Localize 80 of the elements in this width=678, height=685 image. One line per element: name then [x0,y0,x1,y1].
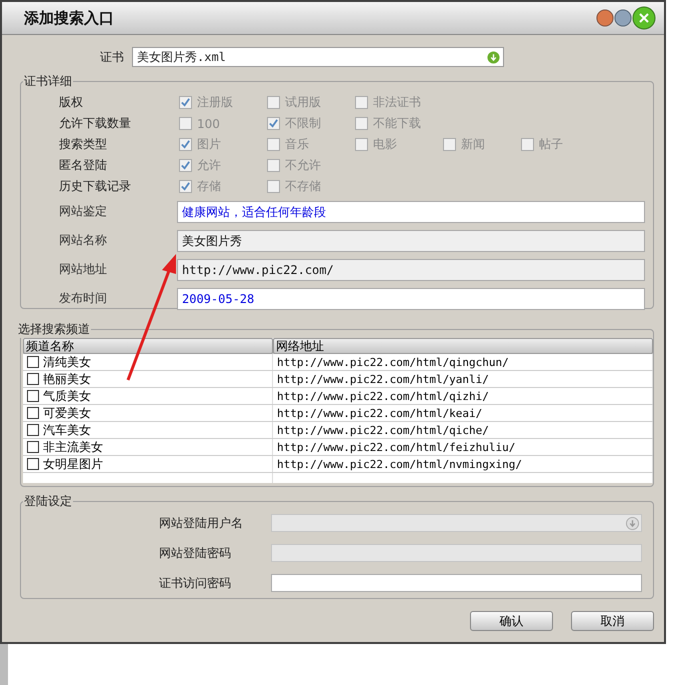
group-title: 选择搜索频道 [17,321,91,338]
table-cell: http://www.pic22.com/html/nvmingxing/ [277,458,522,470]
table-cell: 汽车美女 [43,422,91,438]
checkbox[interactable] [27,390,39,402]
table-cell: 非主流美女 [43,438,103,456]
checkbox-label: 注册版 [197,94,233,111]
table-cell: http://www.pic22.com/html/qizhi/ [277,390,489,402]
checkbox[interactable] [179,96,192,109]
field-label: 网站名称 [58,232,108,249]
checkbox-label: 不存储 [285,178,321,195]
field-label: 网站地址 [58,261,108,278]
checkbox[interactable] [267,96,280,109]
checkbox[interactable] [179,180,192,193]
checkbox[interactable] [355,117,368,130]
table-cell: 艳丽美女 [43,370,91,388]
minimize-button[interactable] [596,9,614,27]
checkbox-label: 不允许 [285,157,321,174]
checkbox[interactable] [27,356,39,368]
checkbox[interactable] [27,407,39,419]
checkbox[interactable] [355,96,368,109]
field-label: 网站鉴定 [58,203,108,220]
text-field[interactable]: 2009-05-28 [177,288,645,310]
window-title: 添加搜索入口 [24,8,114,28]
checkbox[interactable] [179,117,192,130]
checkbox[interactable] [27,458,39,470]
table-cell: http://www.pic22.com/html/qiche/ [277,424,489,436]
column-header[interactable]: 网络地址 [273,338,653,354]
text-field[interactable]: 健康网站，适合任何年龄段 [177,200,645,222]
field-label: 发布时间 [58,290,108,307]
checkbox[interactable] [27,441,39,453]
dialog-button[interactable]: 确认 [470,611,553,631]
checkbox-label: 试用版 [285,94,321,111]
checkbox[interactable] [179,138,192,151]
field-label: 网站登陆密码 [159,544,232,562]
table-cell: 可爱美女 [43,404,91,422]
dialog-button[interactable]: 取消 [571,611,654,631]
group-title: 登陆设定 [23,493,73,510]
field-label: 网站登陆用户名 [159,514,244,532]
certificate-dropdown[interactable]: 美女图片秀.xml [132,47,504,67]
checkbox[interactable] [267,117,280,130]
checkbox[interactable] [267,159,280,172]
checkbox[interactable] [443,138,456,151]
checkbox-label: 允许 [197,157,221,174]
table-cell: 气质美女 [43,388,91,404]
close-button[interactable] [632,6,656,30]
checkbox[interactable] [267,138,280,151]
table-cell: http://www.pic22.com/html/feizhuliu/ [277,440,516,454]
checkbox-label: 存储 [197,178,221,195]
checkbox-label: 帖子 [539,136,563,153]
checkbox-label: 100 [197,116,220,130]
checkbox[interactable] [521,138,534,151]
maximize-button[interactable] [614,9,632,27]
checkbox-label: 新闻 [461,136,485,153]
table-cell: 清纯美女 [43,354,91,370]
checkbox-label: 图片 [197,136,221,153]
option-label: 允许下载数量 [58,115,132,132]
table-cell: http://www.pic22.com/html/yanli/ [277,372,489,386]
checkbox[interactable] [355,138,368,151]
checkbox[interactable] [27,373,39,385]
checkbox[interactable] [267,180,280,193]
checkbox[interactable] [27,424,39,436]
window-edge-strip [0,644,8,685]
checkbox-label: 非法证书 [373,94,421,111]
checkbox-label: 不限制 [285,115,321,132]
group-title: 证书详细 [23,73,73,90]
table-cell: 女明星图片 [43,456,103,472]
field-label: 证书访问密码 [159,574,232,592]
table-cell: http://www.pic22.com/html/qingchun/ [277,356,509,368]
option-label: 搜索类型 [58,136,108,153]
checkbox[interactable] [179,159,192,172]
certificate-label: 证书 [99,48,125,66]
checkbox-label: 电影 [373,136,397,153]
option-label: 匿名登陆 [58,157,108,174]
checkbox-label: 音乐 [285,136,309,153]
option-label: 历史下载记录 [58,178,132,195]
checkbox-label: 不能下载 [373,115,421,132]
column-header[interactable]: 频道名称 [23,338,273,354]
option-label: 版权 [58,94,84,111]
password-field[interactable] [271,574,642,592]
table-cell: http://www.pic22.com/html/keai/ [277,406,482,420]
